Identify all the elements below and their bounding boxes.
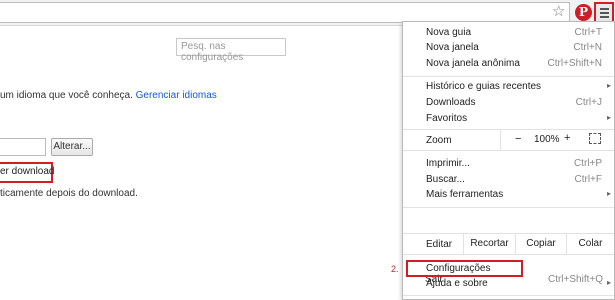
menu-item-find[interactable]: Buscar... Ctrl+F (403, 174, 614, 188)
menu-item-label: Mais ferramentas (426, 189, 504, 200)
manage-languages-link[interactable]: Gerenciar idiomas (136, 90, 217, 101)
menu-item-new-window[interactable]: Nova janela Ctrl+N (403, 42, 614, 56)
fullscreen-icon[interactable] (589, 133, 601, 144)
cut-button[interactable]: Recortar (463, 233, 515, 255)
menu-item-downloads[interactable]: Downloads Ctrl+J (403, 97, 614, 111)
menu-item-label: Downloads (426, 97, 476, 108)
edit-label: Editar (426, 239, 453, 250)
menu-item-more-tools[interactable]: Mais ferramentas ▸ (403, 189, 614, 203)
auto-open-text: ticamente depois do download. (0, 188, 138, 199)
menu-separator (403, 295, 614, 296)
shortcut-text: Ctrl+T (574, 27, 603, 38)
change-folder-button[interactable]: Alterar... (51, 138, 93, 156)
shortcut-text: Ctrl+N (573, 42, 602, 53)
edit-row: Editar Recortar Copiar Colar (403, 233, 614, 255)
menu-item-label: Nova guia (426, 27, 472, 38)
menu-separator (403, 207, 614, 208)
copy-button[interactable]: Copiar (515, 233, 566, 255)
menu-item-label: Nova janela anônima (426, 58, 520, 69)
paste-button[interactable]: Colar (566, 233, 614, 255)
submenu-arrow-icon: ▸ (606, 189, 611, 198)
menu-item-label: Favoritos (426, 113, 468, 124)
ask-before-download-option[interactable]: er download (0, 162, 54, 183)
menu-item-label: Histórico e guias recentes (426, 81, 542, 92)
zoom-row: Zoom − 100% + (403, 129, 614, 151)
submenu-arrow-icon: ▸ (606, 81, 611, 90)
chrome-menu-button[interactable] (594, 2, 614, 23)
shortcut-text: Ctrl+Shift+Q (547, 274, 603, 285)
menu-item-label: Buscar... (426, 174, 465, 185)
zoom-controls: − 100% + (500, 129, 614, 151)
submenu-arrow-icon: ▸ (606, 113, 611, 122)
menu-item-bookmarks[interactable]: Favoritos ▸ (403, 113, 614, 127)
shortcut-text: Ctrl+F (574, 174, 603, 185)
download-folder-field[interactable] (0, 138, 46, 156)
menu-item-label: Imprimir... (426, 158, 470, 169)
shortcut-text: Ctrl+J (575, 97, 602, 108)
zoom-level: 100% (534, 134, 560, 145)
menu-item-print[interactable]: Imprimir... Ctrl+P (403, 158, 614, 172)
shortcut-text: Ctrl+Shift+N (547, 58, 602, 69)
address-bar[interactable] (0, 2, 570, 23)
hamburger-icon (600, 8, 609, 20)
shortcut-text: Ctrl+P (573, 158, 602, 169)
chrome-dropdown-menu: Nova guia Ctrl+T Nova janela Ctrl+N Nova… (402, 21, 615, 300)
menu-item-label: Nova janela (426, 42, 479, 53)
step-2-annotation: 2. (391, 264, 399, 274)
settings-highlight-box (406, 260, 523, 277)
pinterest-icon[interactable]: P (575, 4, 592, 21)
menu-item-incognito[interactable]: Nova janela anônima Ctrl+Shift+N (403, 58, 614, 72)
star-icon[interactable]: ☆ (552, 3, 565, 21)
zoom-in-button[interactable]: + (564, 132, 570, 144)
menu-item-new-tab[interactable]: Nova guia Ctrl+T (403, 27, 614, 41)
language-text: um idioma que você conheça. Gerenciar id… (0, 90, 217, 101)
settings-search-input[interactable]: Pesq. nas configurações (176, 38, 286, 63)
menu-separator (403, 76, 614, 77)
language-description: um idioma que você conheça. (0, 90, 133, 101)
zoom-out-button[interactable]: − (515, 133, 521, 145)
menu-item-history[interactable]: Histórico e guias recentes ▸ (403, 81, 614, 95)
zoom-label: Zoom (426, 135, 452, 146)
